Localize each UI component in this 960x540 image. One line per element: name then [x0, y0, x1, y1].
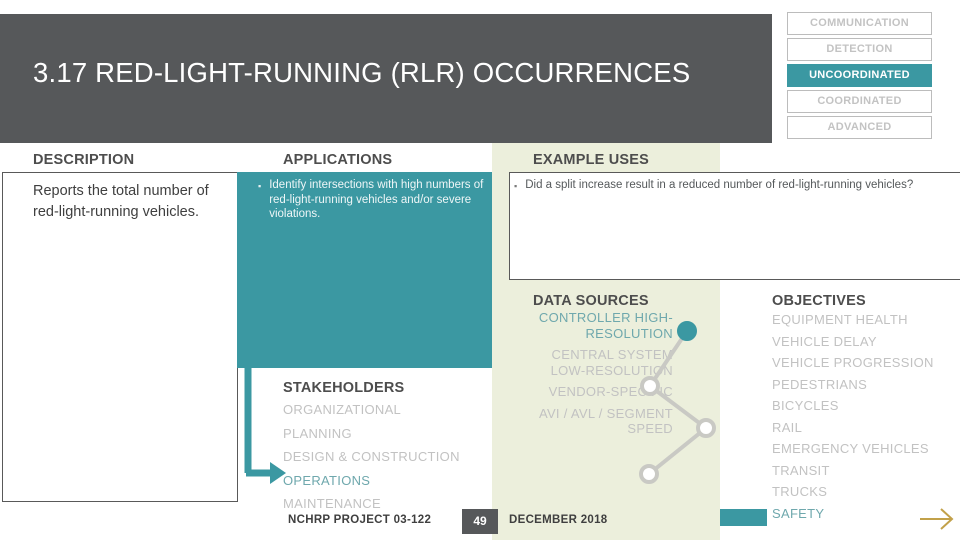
stakeholder-item-organizational[interactable]: ORGANIZATIONAL	[283, 402, 498, 418]
objective-item-equipment-health[interactable]: EQUIPMENT HEALTH	[772, 312, 957, 328]
page-title: 3.17 RED-LIGHT-RUNNING (RLR) OCCURRENCES	[33, 57, 691, 88]
list-item: ▪ Identify intersections with high numbe…	[258, 178, 490, 222]
data-sources-connector-diagram	[639, 321, 716, 484]
footer-date-label: DECEMBER 2018	[509, 514, 608, 526]
phase-badge-coordinated[interactable]: COORDINATED	[787, 90, 932, 113]
description-text: Reports the total number of red-light-ru…	[33, 183, 209, 220]
phase-badge-uncoordinated[interactable]: UNCOORDINATED	[787, 64, 932, 87]
connector-node	[639, 464, 659, 484]
objective-item-pedestrians[interactable]: PEDESTRIANS	[772, 377, 957, 393]
description-heading: DESCRIPTION	[33, 152, 135, 168]
list-item: ▪ Did a split increase result in a reduc…	[514, 178, 934, 194]
objective-item-bicycles[interactable]: BICYCLES	[772, 398, 957, 414]
stakeholder-item-design-construction[interactable]: DESIGN & CONSTRUCTION	[283, 449, 498, 465]
stakeholders-heading: STAKEHOLDERS	[283, 380, 405, 396]
objective-item-transit[interactable]: TRANSIT	[772, 463, 957, 479]
example-uses-list: ▪ Did a split increase result in a reduc…	[514, 178, 934, 194]
objective-item-vehicle-progression[interactable]: VEHICLE PROGRESSION	[772, 355, 957, 371]
page-number-badge: 49	[462, 509, 498, 534]
stakeholder-item-operations[interactable]: OPERATIONS	[283, 473, 498, 489]
applications-heading: APPLICATIONS	[283, 152, 393, 168]
objective-item-rail[interactable]: RAIL	[772, 420, 957, 436]
objective-item-trucks[interactable]: TRUCKS	[772, 484, 957, 500]
objective-item-vehicle-delay[interactable]: VEHICLE DELAY	[772, 334, 957, 350]
stakeholders-list: ORGANIZATIONAL PLANNING DESIGN & CONSTRU…	[283, 402, 498, 520]
slide-canvas: 3.17 RED-LIGHT-RUNNING (RLR) OCCURRENCES…	[0, 0, 960, 540]
phase-badge-communication[interactable]: COMMUNICATION	[787, 12, 932, 35]
data-sources-heading: DATA SOURCES	[533, 293, 649, 309]
safety-highlight-marker	[720, 509, 767, 526]
objectives-heading: OBJECTIVES	[772, 293, 866, 309]
example-uses-bullet-text: Did a split increase result in a reduced…	[525, 179, 914, 191]
connector-node	[640, 376, 660, 396]
connector-node	[696, 418, 716, 438]
stakeholders-pointer-arrow-icon	[244, 360, 286, 484]
phase-badge-stack: COMMUNICATION DETECTION UNCOORDINATED CO…	[787, 12, 932, 142]
footer-project-label: NCHRP PROJECT 03-122	[288, 514, 432, 526]
phase-badge-detection[interactable]: DETECTION	[787, 38, 932, 61]
objective-item-emergency-vehicles[interactable]: EMERGENCY VEHICLES	[772, 441, 957, 457]
next-arrow-icon[interactable]	[918, 505, 956, 533]
objectives-list: EQUIPMENT HEALTH VEHICLE DELAY VEHICLE P…	[772, 312, 957, 527]
example-uses-heading: EXAMPLE USES	[533, 152, 650, 168]
applications-bullet-text: Identify intersections with high numbers…	[269, 179, 484, 220]
stakeholder-item-planning[interactable]: PLANNING	[283, 426, 498, 442]
connector-node-active	[677, 321, 697, 341]
bullet-icon: ▪	[258, 181, 262, 191]
applications-list: ▪ Identify intersections with high numbe…	[258, 178, 490, 222]
bullet-icon: ▪	[514, 181, 518, 191]
phase-badge-advanced[interactable]: ADVANCED	[787, 116, 932, 139]
